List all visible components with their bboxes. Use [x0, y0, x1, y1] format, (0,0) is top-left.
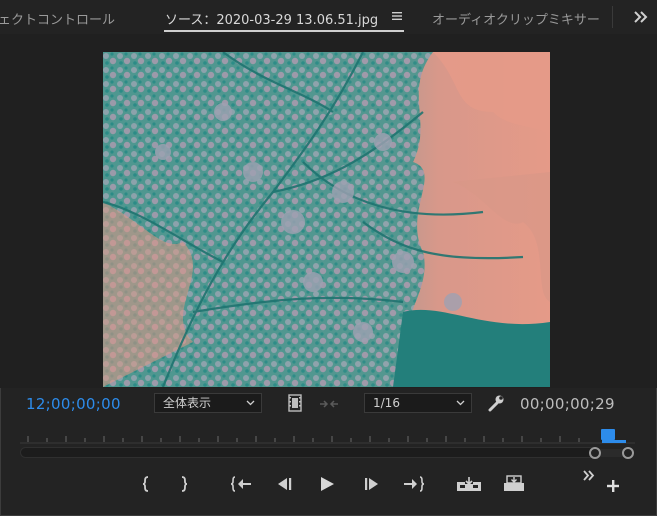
- program-viewer: [0, 34, 657, 388]
- monitor-controls-row: 12;00;00;00 全体表示 1/16 00;00;00;29: [0, 390, 657, 418]
- insert-button[interactable]: [456, 474, 482, 494]
- step-back-icon: [278, 478, 292, 490]
- go-to-in-button[interactable]: [230, 474, 252, 494]
- source-frame-image: [103, 52, 550, 387]
- timeline-scrollbar[interactable]: [20, 447, 598, 458]
- compare-arrows-icon: [320, 400, 338, 408]
- chevron-down-icon: [246, 400, 255, 406]
- active-tab-indicator: [164, 30, 404, 32]
- zoom-level-select[interactable]: 全体表示: [154, 393, 262, 413]
- step-forward-button[interactable]: [361, 474, 383, 494]
- insert-icon: [457, 476, 481, 491]
- overwrite-button[interactable]: [501, 474, 527, 494]
- cherry-blossom-photo: [103, 52, 550, 387]
- playhead-icon[interactable]: [601, 429, 626, 443]
- time-ruler[interactable]: [20, 428, 635, 444]
- add-button-icon[interactable]: [606, 479, 620, 493]
- mark-out-button[interactable]: [173, 474, 195, 494]
- current-timecode[interactable]: 12;00;00;00: [26, 395, 121, 413]
- step-back-button[interactable]: [273, 474, 295, 494]
- duration-timecode: 00;00;00;29: [520, 395, 615, 413]
- resolution-value: 1/16: [373, 396, 400, 410]
- tab-divider: [612, 6, 613, 28]
- resolution-select[interactable]: 1/16: [364, 393, 472, 413]
- hamburger-icon[interactable]: [391, 10, 403, 22]
- mark-in-button[interactable]: [135, 474, 157, 494]
- zoom-level-value: 全体表示: [163, 396, 212, 410]
- mark-in-icon: [142, 476, 149, 492]
- double-chevron-right-icon[interactable]: [633, 11, 649, 23]
- zoom-handle[interactable]: [588, 446, 635, 460]
- film-frame-icon[interactable]: [287, 394, 303, 412]
- mark-out-icon: [181, 476, 188, 492]
- step-forward-icon: [365, 478, 378, 490]
- more-buttons-icon[interactable]: [582, 470, 596, 481]
- transport-controls: [0, 468, 657, 500]
- go-to-out-icon: [404, 476, 425, 492]
- play-icon: [321, 477, 334, 491]
- go-to-out-button[interactable]: [403, 474, 425, 494]
- wrench-icon[interactable]: [487, 394, 505, 412]
- chevron-down-icon: [456, 400, 465, 406]
- tab-effect-controls[interactable]: ェクトコントロール: [0, 9, 115, 28]
- tab-source[interactable]: ソース：2020-03-29 13.06.51.jpg: [165, 9, 378, 28]
- play-button[interactable]: [316, 474, 338, 494]
- overwrite-icon: [504, 475, 524, 491]
- go-to-in-icon: [230, 476, 251, 492]
- tab-audio-clip-mixer[interactable]: オーディオクリップミキサー: [432, 9, 600, 28]
- panel-tab-bar: ェクトコントロール ソース：2020-03-29 13.06.51.jpg オー…: [0, 0, 657, 34]
